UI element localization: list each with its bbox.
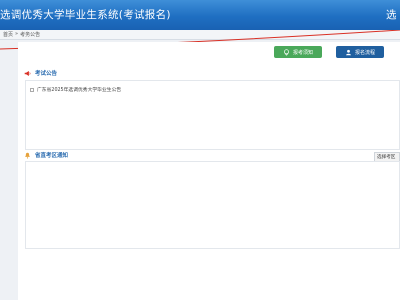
exam-notice-section-title: 考试公告 — [35, 71, 58, 77]
exam-notice-list: 广东省2025年选调优秀大学毕业生公告 — [25, 80, 400, 150]
app-header: 选调优秀大学毕业生系统(考试报名) 选 — [0, 0, 400, 30]
list-item-text[interactable]: 广东省2025年选调优秀大学毕业生公告 — [37, 86, 121, 93]
bell-icon — [25, 152, 30, 159]
exam-notice-section-header: 考试公告 — [24, 68, 57, 78]
exam-notice-button[interactable]: 报考须知 — [274, 46, 322, 58]
registration-process-button[interactable]: 报名流程 — [336, 46, 384, 58]
list-item[interactable]: 广东省2025年选调优秀大学毕业生公告 — [30, 86, 121, 93]
exam-notice-label: 报考须知 — [292, 49, 313, 56]
area-notice-list — [25, 161, 400, 249]
area-notice-section-header: 省直考区通知 — [24, 150, 68, 160]
list-bullet-icon — [30, 87, 34, 92]
location-pin-icon — [284, 48, 289, 56]
breadcrumb-separator: » — [15, 31, 19, 37]
registration-process-label: 报名流程 — [354, 49, 375, 56]
megaphone-icon — [24, 70, 31, 76]
breadcrumb: 首页 » 考务公告 — [3, 31, 40, 38]
breadcrumb-current: 考务公告 — [20, 32, 41, 38]
breadcrumb-home[interactable]: 首页 — [3, 31, 13, 38]
header-user-fragment[interactable]: 选 — [386, 7, 400, 22]
user-group-icon — [346, 49, 351, 55]
main-panel: 报考须知 报名流程 考试公告 广东省2025年选调优秀大学毕业生公告 省直考区通… — [18, 42, 400, 300]
area-notice-section-title: 省直考区通知 — [35, 153, 69, 159]
breadcrumb-bar: 首页 » 考务公告 — [0, 30, 400, 40]
app-title: 选调优秀大学毕业生系统(考试报名) — [0, 9, 171, 21]
